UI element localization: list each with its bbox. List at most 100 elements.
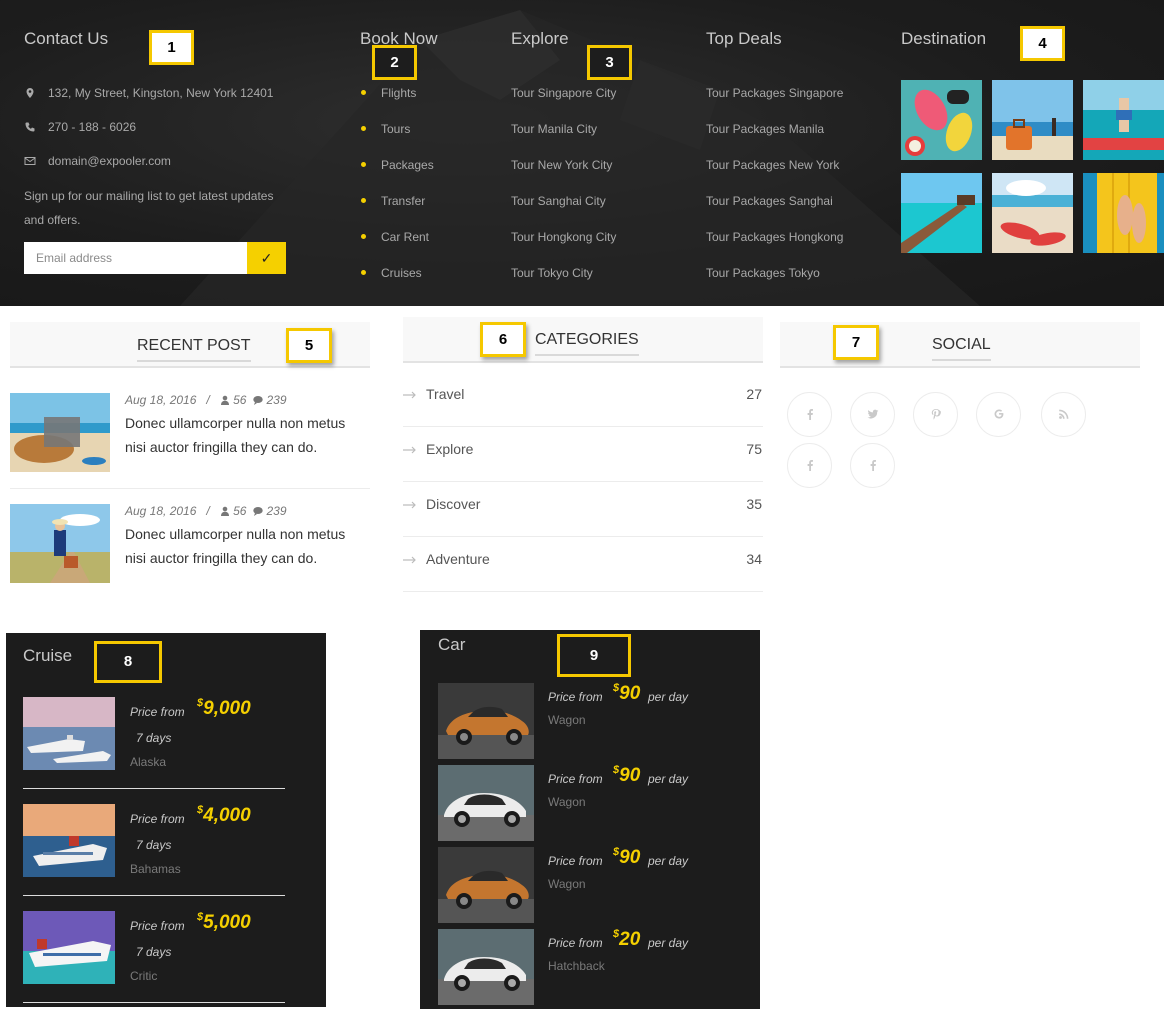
phone-icon [24, 121, 36, 133]
car-type[interactable]: Hatchback [548, 959, 605, 973]
destination-thumb[interactable] [901, 80, 982, 160]
category-count: 75 [746, 441, 762, 457]
car-image[interactable] [438, 929, 534, 1005]
facebook-icon [807, 460, 813, 471]
arrow-right-icon [403, 391, 416, 399]
category-label: Travel [426, 386, 465, 402]
cruise-duration: 7 days [136, 731, 172, 745]
book-now-link-flights[interactable]: Flights [381, 86, 416, 100]
cruise-destination[interactable]: Alaska [130, 755, 166, 769]
book-now-link-transfer[interactable]: Transfer [381, 194, 425, 208]
rss-button[interactable] [1041, 392, 1086, 437]
pinterest-button[interactable] [913, 392, 958, 437]
destination-thumb[interactable] [992, 80, 1073, 160]
car-type[interactable]: Wagon [548, 877, 586, 891]
post-views: 56 [233, 504, 247, 518]
post-excerpt[interactable]: Donec ullamcorper nulla non metus nisi a… [125, 522, 365, 570]
contact-phone: 270 - 188 - 6026 [48, 120, 137, 134]
comment-icon [253, 394, 263, 405]
contact-email[interactable]: domain@expooler.com [48, 154, 171, 168]
car-type[interactable]: Wagon [548, 713, 586, 727]
car-image[interactable] [438, 683, 534, 759]
newsletter-submit-button[interactable]: ✓ [247, 242, 286, 274]
annotation-marker: 1 [149, 30, 194, 65]
post-divider [10, 488, 370, 489]
twitter-icon [867, 409, 878, 419]
top-deals-link[interactable]: Tour Packages New York [706, 158, 839, 172]
cruise-destination[interactable]: Bahamas [130, 862, 181, 876]
cruise-price: $5,000 [197, 911, 251, 934]
price-from-label: Price from [548, 772, 603, 786]
category-item-explore[interactable]: Explore 75 [403, 427, 763, 482]
cruise-price: $9,000 [197, 697, 251, 720]
category-item-discover[interactable]: Discover 35 [403, 482, 763, 537]
cruise-image[interactable] [23, 911, 115, 984]
annotation-marker: 9 [557, 634, 631, 677]
category-count: 34 [746, 551, 762, 567]
top-deals-link[interactable]: Tour Packages Manila [706, 122, 824, 136]
car-image[interactable] [438, 765, 534, 841]
destination-title: Destination [901, 29, 987, 48]
book-now-link-tours[interactable]: Tours [381, 122, 410, 136]
destination-thumb[interactable] [901, 173, 982, 253]
google-button[interactable] [976, 392, 1021, 437]
top-deals-title: Top Deals [706, 29, 782, 48]
contact-title: Contact Us [24, 29, 109, 48]
explore-link[interactable]: Tour Hongkong City [511, 230, 616, 244]
book-now-link-cruises[interactable]: Cruises [381, 266, 422, 280]
per-day-label: per day [648, 772, 689, 786]
book-now-link-packages[interactable]: Packages [381, 158, 434, 172]
post-comments: 239 [266, 504, 287, 518]
explore-link[interactable]: Tour New York City [511, 158, 612, 172]
annotation-marker: 4 [1020, 26, 1065, 61]
newsletter-email-input[interactable] [24, 242, 248, 274]
cruise-image[interactable] [23, 697, 115, 770]
contact-address: 132, My Street, Kingston, New York 12401 [48, 86, 274, 100]
comment-icon [253, 505, 263, 516]
top-deals-link[interactable]: Tour Packages Hongkong [706, 230, 843, 244]
post-date: Aug 18, 2016 [125, 393, 197, 407]
annotation-marker: 5 [286, 328, 332, 363]
price-from-label: Price from [548, 936, 603, 950]
top-deals-link[interactable]: Tour Packages Singapore [706, 86, 843, 100]
destination-thumb[interactable] [1083, 80, 1164, 160]
explore-link[interactable]: Tour Sanghai City [511, 194, 606, 208]
newsletter-text: Sign up for our mailing list to get late… [24, 189, 274, 227]
per-day-label: per day [648, 854, 689, 868]
explore-link[interactable]: Tour Manila City [511, 122, 597, 136]
price-amount: 9,000 [203, 698, 251, 719]
post-thumbnail[interactable] [10, 504, 110, 583]
twitter-button[interactable] [850, 392, 895, 437]
top-deals-link[interactable]: Tour Packages Tokyo [706, 266, 820, 280]
destination-thumb[interactable] [992, 173, 1073, 253]
destination-thumb[interactable] [1083, 173, 1164, 253]
arrow-right-icon [403, 556, 416, 564]
post-thumbnail[interactable] [10, 393, 110, 472]
facebook-button[interactable] [787, 443, 832, 488]
facebook-button[interactable] [850, 443, 895, 488]
post-views: 56 [233, 393, 247, 407]
category-item-adventure[interactable]: Adventure 34 [403, 537, 763, 592]
envelope-icon [24, 155, 36, 167]
top-deals-link[interactable]: Tour Packages Sanghai [706, 194, 833, 208]
facebook-button[interactable] [787, 392, 832, 437]
cruise-image[interactable] [23, 804, 115, 877]
user-icon [220, 394, 230, 405]
car-title: Car [438, 635, 466, 654]
annotation-marker: 3 [587, 45, 632, 80]
book-now-link-car-rent[interactable]: Car Rent [381, 230, 429, 244]
bullet-dot-icon [361, 198, 366, 203]
post-excerpt[interactable]: Donec ullamcorper nulla non metus nisi a… [125, 411, 365, 459]
map-pin-icon [24, 87, 36, 99]
arrow-right-icon [403, 446, 416, 454]
category-item-travel[interactable]: Travel 27 [403, 372, 763, 427]
price-amount: 4,000 [203, 805, 251, 826]
explore-link[interactable]: Tour Tokyo City [511, 266, 593, 280]
google-icon [994, 409, 1003, 419]
car-type[interactable]: Wagon [548, 795, 586, 809]
car-image[interactable] [438, 847, 534, 923]
explore-link[interactable]: Tour Singapore City [511, 86, 616, 100]
post-meta: Aug 18, 2016 / 56 239 [125, 393, 287, 407]
post-date: Aug 18, 2016 [125, 504, 197, 518]
cruise-destination[interactable]: Critic [130, 969, 157, 983]
